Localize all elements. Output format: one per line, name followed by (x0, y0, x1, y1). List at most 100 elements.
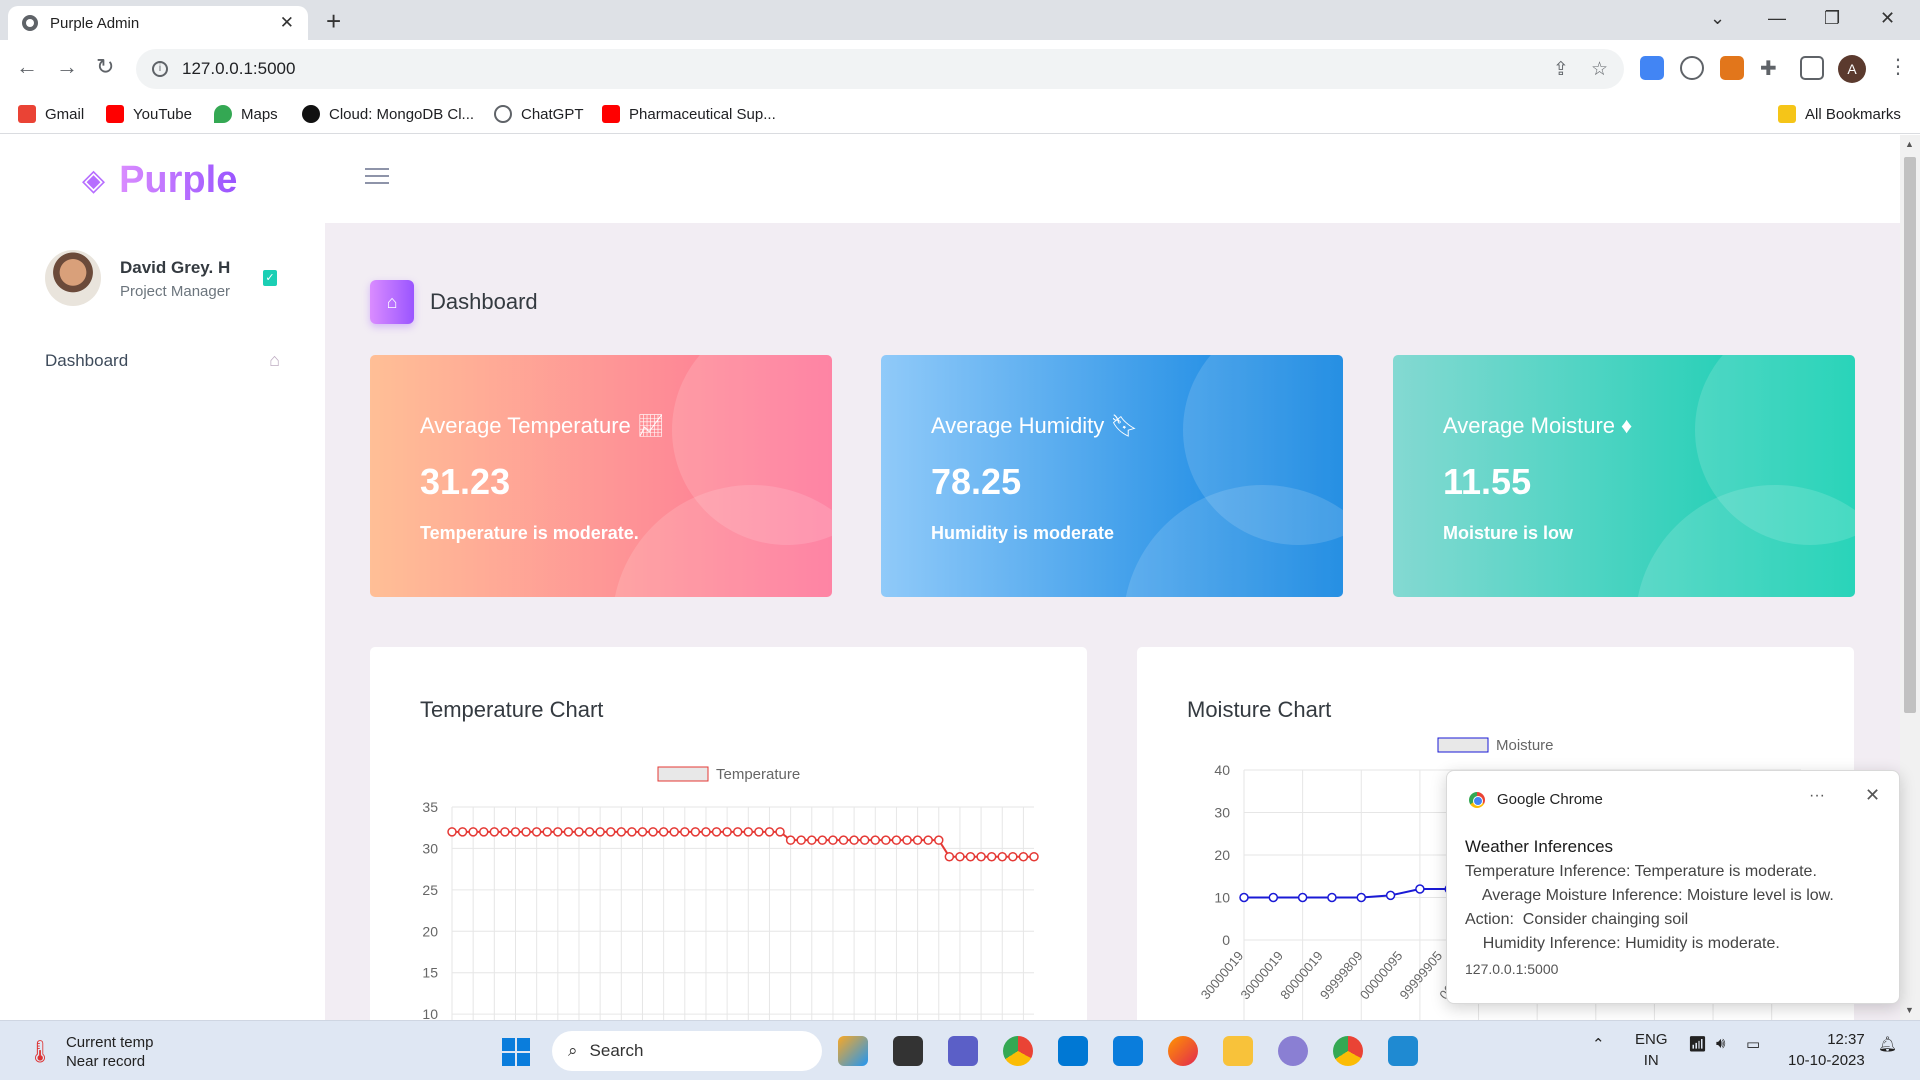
close-icon[interactable]: ✕ (1865, 785, 1880, 806)
data-point (1239, 892, 1249, 903)
extension-download-icon[interactable] (1640, 56, 1664, 80)
mongodb-icon (302, 105, 320, 123)
data-point (658, 827, 669, 837)
language-indicator[interactable]: ENG IN (1635, 1029, 1668, 1071)
chrome-taskbar-icon[interactable] (1003, 1036, 1033, 1066)
data-point (944, 851, 955, 862)
copilot-icon[interactable] (838, 1036, 868, 1066)
data-point (1268, 892, 1279, 903)
notification-bell-icon[interactable]: 🔔︎ (1878, 1035, 1897, 1053)
brand-name: Purple (119, 159, 238, 201)
clock[interactable]: 12:37 10-10-2023 (1788, 1029, 1865, 1071)
scroll-up-icon[interactable]: ▲ (1905, 139, 1914, 149)
forward-icon[interactable]: → (56, 54, 78, 80)
extension-circle-icon[interactable] (1680, 56, 1704, 80)
reload-icon[interactable]: ↻ (96, 54, 114, 80)
weather-line-2: Near record (65, 1053, 146, 1070)
more-options-icon[interactable]: ··· (1809, 787, 1825, 805)
teams-icon[interactable] (948, 1036, 978, 1066)
side-panel-icon[interactable] (1800, 56, 1824, 80)
avatar (45, 250, 101, 306)
vscode-icon[interactable] (1388, 1036, 1418, 1066)
puzzle-icon[interactable]: ✚ (1760, 56, 1784, 80)
vertical-scrollbar[interactable]: ▲ ▼ (1900, 135, 1920, 1020)
profile-avatar[interactable]: A (1838, 55, 1866, 83)
browser-tab[interactable]: Purple Admin ✕ (8, 6, 308, 40)
bookmark-gmail[interactable]: Gmail (18, 105, 84, 123)
stat-card-humidity: Average Humidity 🔖︎ 78.25 Humidity is mod… (881, 355, 1343, 597)
bookmarks-bar: Gmail YouTube Maps Cloud: MongoDB Cl... … (0, 98, 1920, 134)
diamond-icon: ♦ (1621, 413, 1633, 438)
data-point (563, 827, 574, 837)
data-point (870, 835, 881, 845)
bookmark-chatgpt[interactable]: ChatGPT (494, 105, 584, 123)
mail-icon[interactable] (1058, 1036, 1088, 1066)
all-bookmarks[interactable]: All Bookmarks (1778, 105, 1901, 123)
wifi-icon[interactable]: 📶︎ (1688, 1035, 1707, 1053)
data-point (986, 851, 997, 862)
bookmark-mongodb[interactable]: Cloud: MongoDB Cl... (302, 105, 474, 123)
data-point (891, 835, 902, 845)
card-description: Temperature is moderate. (420, 523, 639, 543)
firefox-icon[interactable] (1168, 1036, 1198, 1066)
data-point (849, 835, 859, 845)
new-tab-button[interactable]: + (326, 6, 341, 37)
tab-search-icon[interactable]: ⌄ (1710, 8, 1725, 29)
address-bar[interactable]: i 127.0.0.1:5000 ⇪ ☆ (136, 49, 1624, 89)
data-point (531, 827, 542, 837)
sidebar-item-dashboard[interactable]: Dashboard ⌂ (45, 350, 280, 371)
bookmark-pharmaceutical[interactable]: Pharmaceutical Sup... (602, 105, 776, 123)
y-tick-label: 0 (1222, 932, 1230, 948)
card-value: 31.23 (420, 461, 511, 502)
start-button[interactable] (502, 1038, 530, 1066)
metamask-icon[interactable] (1720, 56, 1744, 80)
taskbar-search[interactable]: ⌕ Search (552, 1031, 822, 1071)
minimize-button[interactable]: — (1768, 8, 1786, 29)
back-icon[interactable]: ← (16, 54, 38, 80)
card-value: 11.55 (1443, 461, 1532, 502)
file-explorer-icon[interactable] (1223, 1036, 1253, 1066)
maximize-button[interactable]: ❐ (1824, 8, 1840, 29)
l-app-icon[interactable] (1113, 1036, 1143, 1066)
scrollbar-thumb[interactable] (1904, 157, 1916, 713)
bookmark-maps[interactable]: Maps (214, 105, 278, 123)
hamburger-icon[interactable] (365, 168, 389, 189)
chart-line-icon: 📈︎ (636, 413, 665, 438)
brand-logo[interactable]: ◈ Purple (82, 159, 237, 202)
data-point (1385, 890, 1396, 901)
site-info-icon[interactable]: i (152, 61, 168, 77)
data-point (500, 827, 510, 837)
close-window-button[interactable]: ✕ (1880, 8, 1895, 29)
chrome-profile-taskbar-icon[interactable] (1333, 1036, 1363, 1066)
chevron-up-icon[interactable]: ⌃ (1592, 1035, 1605, 1053)
globe-icon (22, 15, 38, 31)
data-point (955, 851, 965, 862)
app-icon[interactable] (1278, 1036, 1308, 1066)
close-tab-icon[interactable]: ✕ (280, 13, 294, 33)
youtube-icon (602, 105, 620, 123)
chrome-icon (1469, 791, 1485, 808)
bookmark-youtube[interactable]: YouTube (106, 105, 192, 123)
data-point (743, 827, 754, 837)
terminal-icon[interactable] (893, 1036, 923, 1066)
user-profile[interactable]: David Grey. H Project Manager ✓ (45, 250, 285, 310)
data-point (680, 827, 690, 837)
weather-widget[interactable]: 🌡︎ Current temp Near record (26, 1033, 153, 1071)
card-description: Humidity is moderate (931, 523, 1115, 543)
data-point (838, 835, 849, 845)
stat-card-moisture: Average Moisture ♦ 11.55 Moisture is low (1393, 355, 1855, 597)
scroll-down-icon[interactable]: ▼ (1905, 1005, 1914, 1015)
share-icon[interactable]: ⇪ (1553, 58, 1569, 81)
chrome-notification[interactable]: Google Chrome ··· ✕ Weather Inferences T… (1446, 770, 1900, 1004)
data-point (775, 827, 785, 837)
chatgpt-icon (494, 105, 512, 123)
menu-icon[interactable]: ⋮ (1888, 54, 1908, 79)
notification-source: 127.0.0.1:5000 (1465, 961, 1559, 977)
data-point (616, 827, 627, 837)
data-point (923, 835, 933, 845)
battery-icon[interactable]: ▭ (1746, 1035, 1760, 1053)
volume-icon[interactable]: 🔊︎ (1716, 1035, 1725, 1052)
data-point (796, 835, 806, 845)
data-point (690, 827, 701, 837)
bookmark-star-icon[interactable]: ☆ (1591, 58, 1608, 81)
